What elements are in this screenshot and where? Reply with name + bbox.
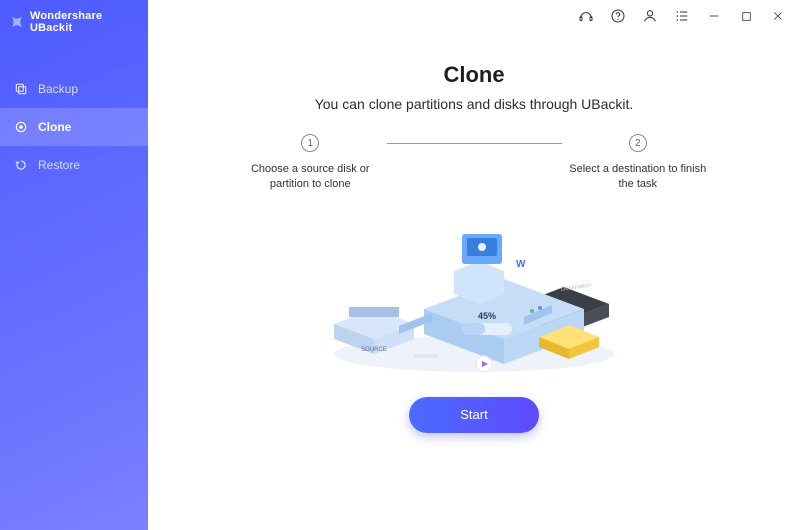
account-icon[interactable] <box>642 8 658 24</box>
svg-text:SOURCE: SOURCE <box>361 347 387 353</box>
page-title: Clone <box>443 62 504 88</box>
start-button[interactable]: Start <box>409 397 539 433</box>
svg-text:Destination: Destination <box>561 282 591 292</box>
sidebar-item-restore[interactable]: Restore <box>0 146 148 184</box>
sidebar-nav: Backup Clone Restore <box>0 70 148 184</box>
step-2-badge: 2 <box>629 134 647 152</box>
sidebar-item-label: Clone <box>38 120 71 134</box>
step-1-label: Choose a source disk or partition to clo… <box>234 162 387 193</box>
sidebar-item-label: Restore <box>38 158 80 172</box>
app-window: Wondershare UBackit Backup Clone Restore <box>0 0 800 530</box>
step-indicator: 1 Choose a source disk or partition to c… <box>234 134 714 193</box>
sidebar-item-backup[interactable]: Backup <box>0 70 148 108</box>
clone-icon <box>14 120 28 134</box>
tasklist-icon[interactable] <box>674 8 690 24</box>
clone-illustration: SOURCE Destination <box>304 199 644 389</box>
minimize-icon[interactable] <box>706 8 722 24</box>
step-connector <box>387 143 562 144</box>
sidebar-item-clone[interactable]: Clone <box>0 108 148 146</box>
brand-name: Wondershare UBackit <box>30 10 138 34</box>
main-pane: Clone You can clone partitions and disks… <box>148 0 800 530</box>
step-2: 2 Select a destination to finish the tas… <box>562 134 715 193</box>
titlebar <box>148 0 800 32</box>
content: Clone You can clone partitions and disks… <box>148 32 800 530</box>
svg-text:W: W <box>516 259 526 270</box>
brand-logo-icon <box>10 15 24 29</box>
sidebar-item-label: Backup <box>38 82 78 96</box>
maximize-icon[interactable] <box>738 8 754 24</box>
step-1: 1 Choose a source disk or partition to c… <box>234 134 387 193</box>
step-1-badge: 1 <box>301 134 319 152</box>
sidebar: Wondershare UBackit Backup Clone Restore <box>0 0 148 530</box>
backup-icon <box>14 82 28 96</box>
support-icon[interactable] <box>578 8 594 24</box>
brand: Wondershare UBackit <box>0 0 148 48</box>
step-2-label: Select a destination to finish the task <box>562 162 715 193</box>
close-icon[interactable] <box>770 8 786 24</box>
page-subtitle: You can clone partitions and disks throu… <box>315 96 634 112</box>
help-icon[interactable] <box>610 8 626 24</box>
restore-icon <box>14 158 28 172</box>
illustration-percent: 45% <box>478 311 496 321</box>
